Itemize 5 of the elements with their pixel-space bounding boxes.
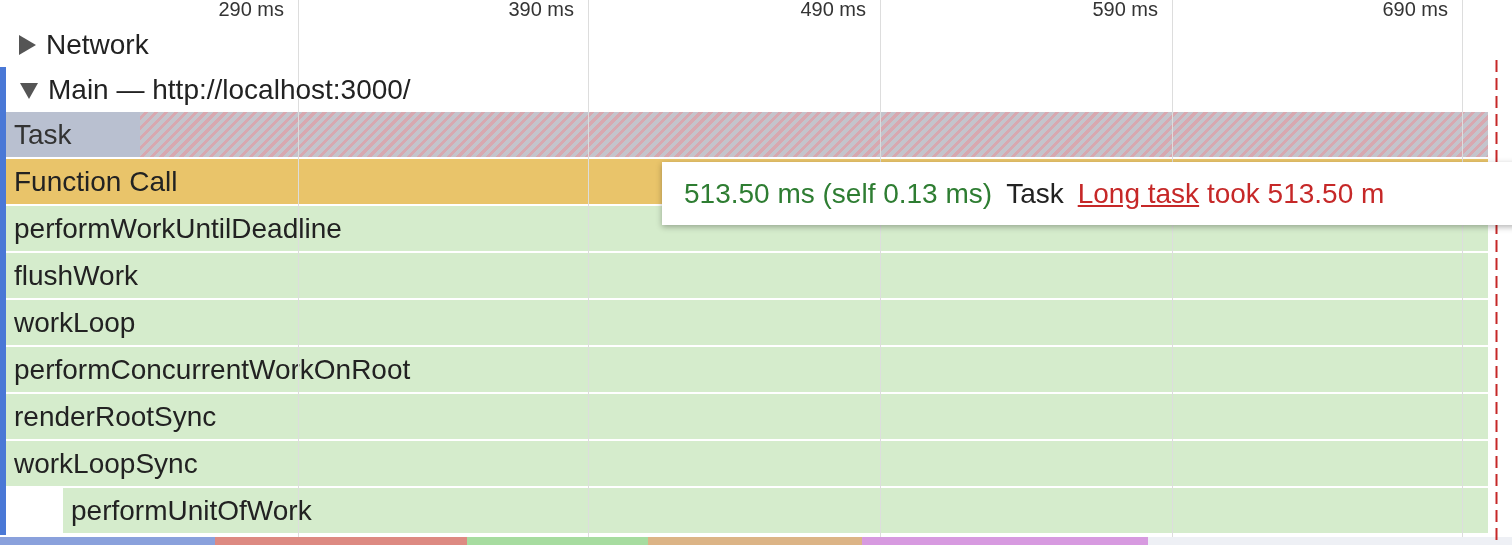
time-tick-label: 490 ms (800, 0, 866, 20)
time-tick-label: 290 ms (218, 0, 284, 20)
time-tick-label: 590 ms (1092, 0, 1158, 20)
time-tick-label: 390 ms (508, 0, 574, 20)
time-tick-label: 690 ms (1382, 0, 1448, 20)
